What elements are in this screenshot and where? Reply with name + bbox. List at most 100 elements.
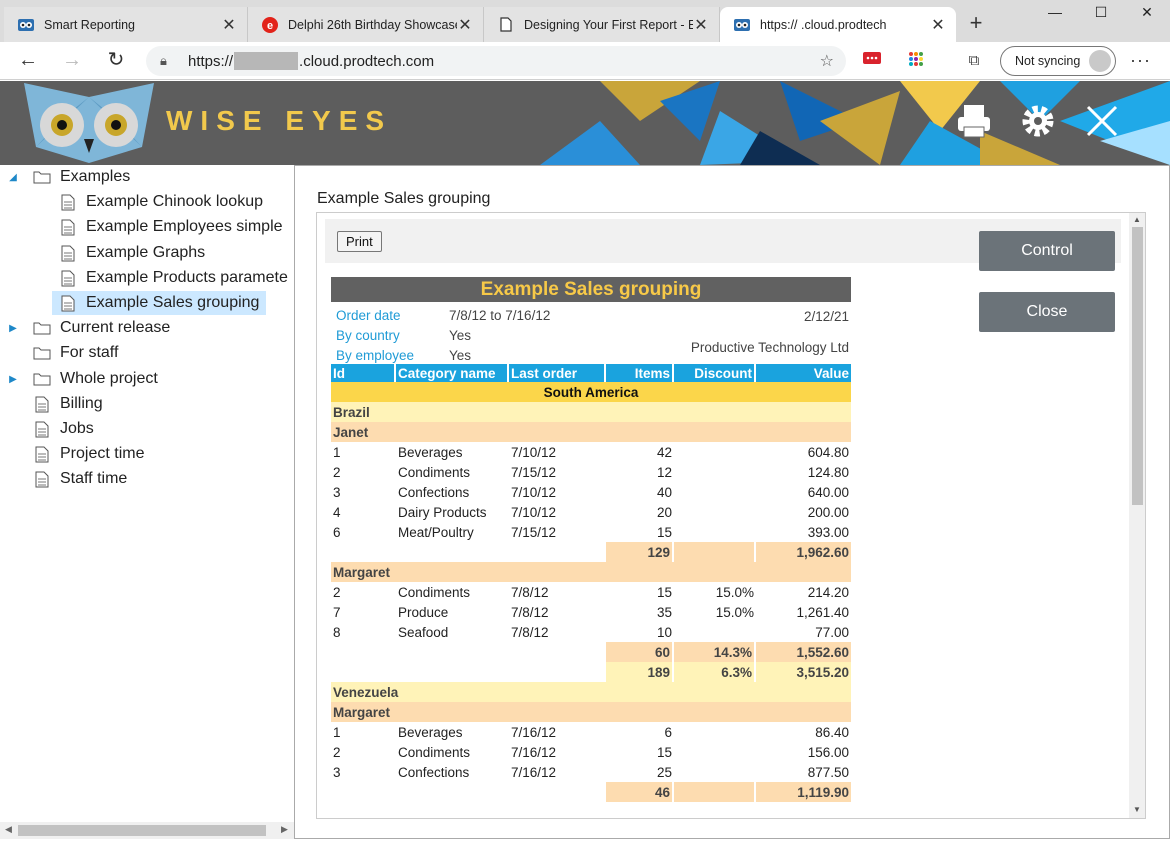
- report-panel: Example Sales grouping Print Example Sal…: [294, 165, 1170, 839]
- tree-folder-examples[interactable]: ◢ Examples: [6, 165, 130, 189]
- window-close-button[interactable]: ✕: [1124, 4, 1170, 28]
- tree-item-jobs[interactable]: Jobs: [32, 417, 94, 441]
- table-cell: 2: [333, 464, 341, 480]
- favorite-star-icon[interactable]: ☆: [820, 51, 834, 71]
- app-banner: WISE EYES: [0, 81, 1170, 165]
- close-tab-icon[interactable]: ✕: [930, 15, 946, 35]
- scrollbar-thumb[interactable]: [18, 825, 266, 836]
- subtotal-value: 1,552.60: [756, 642, 851, 662]
- forward-arrow-icon[interactable]: →: [60, 49, 84, 73]
- table-cell: [396, 662, 509, 682]
- apps-grid-icon[interactable]: [906, 51, 926, 71]
- tree-folder-for-staff[interactable]: For staff: [32, 341, 118, 365]
- subtotal-row: 60 14.3% 1,552.60: [331, 642, 851, 662]
- browser-menu-icon[interactable]: ···: [1130, 50, 1151, 71]
- expanded-arrow-icon[interactable]: ◢: [6, 172, 20, 183]
- minimize-button[interactable]: —: [1032, 4, 1078, 28]
- country-label: Brazil: [331, 402, 851, 422]
- employee-label: Margaret: [331, 702, 851, 722]
- subtotal-discount: [674, 542, 756, 562]
- document-icon: [58, 194, 78, 211]
- tree-item-sales-grouping[interactable]: Example Sales grouping: [52, 291, 266, 315]
- table-cell: 7: [333, 604, 341, 620]
- tree-item-billing[interactable]: Billing: [32, 392, 103, 416]
- table-cell: Meat/Poultry: [398, 524, 474, 540]
- table-cell: [509, 642, 606, 662]
- tree-item-chinook-lookup[interactable]: Example Chinook lookup: [58, 190, 263, 214]
- tree-item-staff-time[interactable]: Staff time: [32, 467, 127, 491]
- tree-item-label: Project time: [60, 445, 145, 462]
- collections-icon[interactable]: ⧉: [964, 51, 984, 71]
- scrollbar-thumb[interactable]: [1132, 227, 1143, 505]
- tab-smart-reporting[interactable]: Smart Reporting ✕: [4, 7, 248, 42]
- table-cell: 200.00: [807, 504, 849, 520]
- table-row: 3 Confections 7/16/12 25 877.50: [331, 762, 851, 782]
- sync-button[interactable]: Not syncing: [1000, 46, 1116, 76]
- table-cell: 6: [664, 724, 672, 740]
- settings-gear-icon[interactable]: [1018, 101, 1058, 141]
- report-vertical-scrollbar[interactable]: ▲ ▼: [1129, 213, 1145, 818]
- tree-item-label: Staff time: [60, 470, 128, 487]
- print-button[interactable]: Print: [337, 231, 382, 252]
- table-cell: 1: [333, 444, 341, 460]
- tree-item-project-time[interactable]: Project time: [32, 442, 144, 466]
- scroll-right-arrow-icon[interactable]: ▶: [281, 824, 288, 835]
- tree-folder-current-release[interactable]: ▶ Current release: [6, 316, 170, 340]
- close-tab-icon[interactable]: ✕: [693, 15, 709, 35]
- param-value: Yes: [449, 348, 472, 363]
- table-row: 2 Condiments 7/8/12 15 15.0% 214.20: [331, 582, 851, 602]
- table-cell: [509, 662, 606, 682]
- table-row: 2 Condiments 7/15/12 12 124.80: [331, 462, 851, 482]
- subtotal-items: 60: [606, 642, 674, 662]
- table-row: 6 Meat/Poultry 7/15/12 15 393.00: [331, 522, 851, 542]
- tree-item-products-parameters[interactable]: Example Products paramete: [58, 266, 288, 290]
- document-icon: [58, 270, 78, 287]
- sidebar-horizontal-scrollbar[interactable]: ◀ ▶: [0, 822, 294, 839]
- table-cell: [674, 502, 756, 522]
- table-row: 1 Beverages 7/16/12 6 86.40: [331, 722, 851, 742]
- control-button[interactable]: Control: [979, 231, 1115, 271]
- tab-delphi-showcase[interactable]: e Delphi 26th Birthday Showcase C ✕: [248, 7, 484, 42]
- subtotal-items: 46: [606, 782, 674, 802]
- country-row: Venezuela: [331, 682, 851, 702]
- close-tab-icon[interactable]: ✕: [221, 15, 237, 35]
- extension-icon[interactable]: [862, 51, 882, 71]
- scroll-up-arrow-icon[interactable]: ▲: [1133, 215, 1141, 224]
- table-cell: 3: [333, 764, 341, 780]
- column-header: Value: [756, 364, 851, 382]
- tree-item-employees-simple[interactable]: Example Employees simple: [58, 215, 283, 239]
- tree-item-label: Whole project: [60, 370, 158, 387]
- tab-designing-report[interactable]: Designing Your First Report - Eic ✕: [484, 7, 720, 42]
- table-cell: 640.00: [807, 484, 849, 500]
- close-tab-icon[interactable]: ✕: [457, 15, 473, 35]
- lock-icon: 🔒︎: [160, 53, 167, 68]
- address-bar[interactable]: 🔒︎ https:// .cloud.prodtech.com ☆: [146, 46, 846, 76]
- new-tab-button[interactable]: +: [964, 12, 988, 36]
- maximize-button[interactable]: ☐: [1078, 4, 1124, 28]
- owl-logo-icon: [24, 83, 154, 163]
- table-cell: Condiments: [398, 584, 471, 600]
- close-button[interactable]: Close: [979, 292, 1115, 332]
- scroll-down-arrow-icon[interactable]: ▼: [1133, 805, 1141, 814]
- report-body: South America Brazil Janet 1 Beverages 7/10/1…: [331, 382, 851, 802]
- table-cell: 393.00: [807, 524, 849, 540]
- tree-folder-whole-project[interactable]: ▶ Whole project: [6, 367, 158, 391]
- table-row: 2 Condiments 7/16/12 15 156.00: [331, 742, 851, 762]
- tab-active-prodtech[interactable]: https:// .cloud.prodtech ✕: [720, 7, 956, 42]
- table-cell: 604.80: [807, 444, 849, 460]
- scroll-left-arrow-icon[interactable]: ◀: [5, 824, 12, 835]
- document-favicon-icon: [498, 17, 514, 33]
- tree-item-graphs[interactable]: Example Graphs: [58, 241, 205, 265]
- reload-icon[interactable]: ↻: [104, 49, 128, 73]
- back-arrow-icon[interactable]: ←: [16, 49, 40, 73]
- collapsed-arrow-icon[interactable]: ▶: [6, 374, 20, 385]
- document-icon: [32, 421, 52, 438]
- total-value: 3,515.20: [756, 662, 851, 682]
- tree-item-label: Examples: [60, 168, 131, 185]
- table-cell: 7/16/12: [511, 764, 557, 780]
- table-cell: [674, 462, 756, 482]
- collapsed-arrow-icon[interactable]: ▶: [6, 323, 20, 334]
- table-cell: 7/15/12: [511, 524, 557, 540]
- printer-icon[interactable]: [954, 101, 994, 141]
- close-app-icon[interactable]: [1082, 101, 1122, 141]
